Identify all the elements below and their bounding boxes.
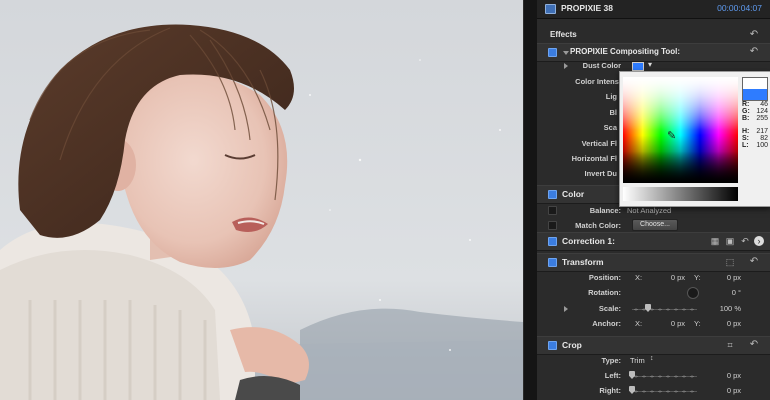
- inspector-title-bar: PROPIXIE 38 00:00:04:07: [537, 0, 770, 19]
- match-color-row: Match Color: Choose...: [537, 219, 770, 232]
- crop-label: Crop: [562, 340, 582, 350]
- effects-label: Effects: [550, 30, 577, 39]
- anchor-x-field[interactable]: 0 px: [655, 319, 685, 328]
- rotation-dial[interactable]: [687, 287, 699, 299]
- rotation-row: Rotation: 0 °: [537, 287, 770, 299]
- param-label: Lig: [605, 92, 617, 101]
- match-color-label: Match Color:: [575, 221, 621, 230]
- green-value: 124: [756, 108, 768, 115]
- rotation-value[interactable]: 0 °: [711, 288, 741, 297]
- choose-button[interactable]: Choose...: [632, 219, 678, 231]
- transform-enable-checkbox[interactable]: [548, 258, 557, 267]
- tool-name: PROPIXIE Compositing Tool:: [570, 47, 681, 56]
- previous-color-swatch: [743, 78, 767, 89]
- current-color-swatch: [743, 89, 767, 100]
- scale-slider[interactable]: [632, 308, 697, 311]
- param-label: Bl: [609, 108, 618, 117]
- correction-header[interactable]: Correction 1: ▦ ▣ ↶ ›: [537, 232, 770, 251]
- position-row: Position: X: 0 px Y: 0 px: [537, 272, 770, 284]
- clip-icon: [545, 4, 556, 14]
- crop-left-row: Left: 0 px: [537, 370, 770, 382]
- reset-arrow-icon[interactable]: ↶: [749, 340, 759, 350]
- panel-divider[interactable]: [523, 0, 538, 400]
- chevron-down-icon[interactable]: ▾: [648, 60, 652, 69]
- lightness-value: 100: [756, 142, 768, 149]
- param-label: Vertical Fl: [581, 139, 617, 148]
- blue-value: 255: [756, 115, 768, 122]
- color-spectrum[interactable]: ✎: [623, 77, 738, 183]
- clip-name: PROPIXIE 38: [561, 3, 613, 13]
- rotation-label: Rotation:: [588, 288, 621, 297]
- crop-right-row: Right: 0 px: [537, 385, 770, 397]
- param-label: Sca: [603, 123, 617, 132]
- color-swatch-compare: [742, 77, 768, 101]
- rgb-values: R: 46 G: 124 B: 255: [742, 101, 768, 122]
- crop-left-value[interactable]: 0 px: [711, 371, 741, 380]
- position-y-label: Y:: [694, 273, 701, 282]
- crop-section-header[interactable]: Crop ⌗ ↶: [537, 336, 770, 355]
- scale-value[interactable]: 100 %: [711, 304, 741, 313]
- position-x-field[interactable]: 0 px: [655, 273, 685, 282]
- grayscale-ramp[interactable]: [623, 187, 738, 201]
- crop-right-slider[interactable]: [632, 390, 697, 393]
- effect-enable-checkbox[interactable]: [548, 48, 557, 57]
- crop-type-select[interactable]: Trim: [630, 356, 645, 365]
- reset-arrow-icon[interactable]: ↶: [749, 30, 759, 40]
- reset-arrow-icon[interactable]: ↶: [749, 47, 759, 57]
- transform-label: Transform: [562, 257, 604, 267]
- viewer-frame-image: [0, 0, 523, 400]
- reset-arrow-icon[interactable]: ↶: [749, 257, 759, 267]
- saturation-value: 82: [760, 135, 768, 142]
- crop-enable-checkbox[interactable]: [548, 341, 557, 350]
- correction-enable-checkbox[interactable]: [548, 237, 557, 246]
- navigate-arrow-icon[interactable]: ›: [754, 236, 764, 246]
- mask-icon[interactable]: ▣: [725, 236, 735, 246]
- crop-left-label: Left:: [604, 371, 621, 380]
- hue-value: 217: [756, 128, 768, 135]
- color-enable-checkbox[interactable]: [548, 190, 557, 199]
- color-board-icon[interactable]: ▦: [710, 236, 720, 246]
- scale-label: Scale:: [598, 304, 621, 313]
- anchor-y-field[interactable]: 0 px: [711, 319, 741, 328]
- param-label: Invert Du: [584, 169, 617, 178]
- anchor-label: Anchor:: [592, 319, 621, 328]
- anchor-row: Anchor: X: 0 px Y: 0 px: [537, 318, 770, 330]
- effects-header: Effects ↶: [537, 27, 770, 42]
- color-label: Color: [562, 189, 585, 199]
- dust-color-well[interactable]: [632, 62, 644, 71]
- balance-label: Balance:: [589, 206, 621, 215]
- correction-label: Correction 1:: [562, 236, 615, 246]
- position-label: Position:: [588, 273, 621, 282]
- crop-type-label: Type:: [601, 356, 621, 365]
- balance-checkbox[interactable]: [548, 206, 557, 215]
- color-picker-popover[interactable]: ✎ R: 46 G: 124 B: 255 H: 217 S: 82 L: 100: [619, 71, 770, 207]
- scale-row: Scale: 100 %: [537, 303, 770, 315]
- reset-arrow-icon[interactable]: ↶: [740, 236, 750, 246]
- eyedropper-icon[interactable]: ✎: [667, 129, 676, 142]
- crop-left-slider[interactable]: [632, 375, 697, 378]
- crop-right-label: Right:: [599, 386, 621, 395]
- anchor-y-label: Y:: [694, 319, 701, 328]
- balance-value: Not Analyzed: [627, 206, 672, 215]
- position-y-field[interactable]: 0 px: [711, 273, 741, 282]
- video-viewer[interactable]: [0, 0, 523, 400]
- transform-section-header[interactable]: Transform ⬚ ↶: [537, 253, 770, 272]
- onscreen-controls-icon[interactable]: ⬚: [725, 257, 735, 267]
- select-arrows-icon[interactable]: ↕: [650, 355, 654, 362]
- param-label: Horizontal Fl: [571, 154, 617, 163]
- red-value: 46: [760, 101, 768, 108]
- position-x-label: X:: [635, 273, 643, 282]
- hsl-values: H: 217 S: 82 L: 100: [742, 128, 768, 149]
- timecode: 00:00:04:07: [717, 3, 762, 13]
- param-label: Dust Color: [582, 61, 621, 70]
- disclosure-triangle-icon[interactable]: [563, 51, 569, 55]
- crop-right-value[interactable]: 0 px: [711, 386, 741, 395]
- param-label: Color Intensi: [575, 77, 621, 86]
- crop-controls-icon[interactable]: ⌗: [725, 340, 735, 350]
- anchor-x-label: X:: [635, 319, 643, 328]
- crop-type-row: Type: Trim ↕: [537, 355, 770, 367]
